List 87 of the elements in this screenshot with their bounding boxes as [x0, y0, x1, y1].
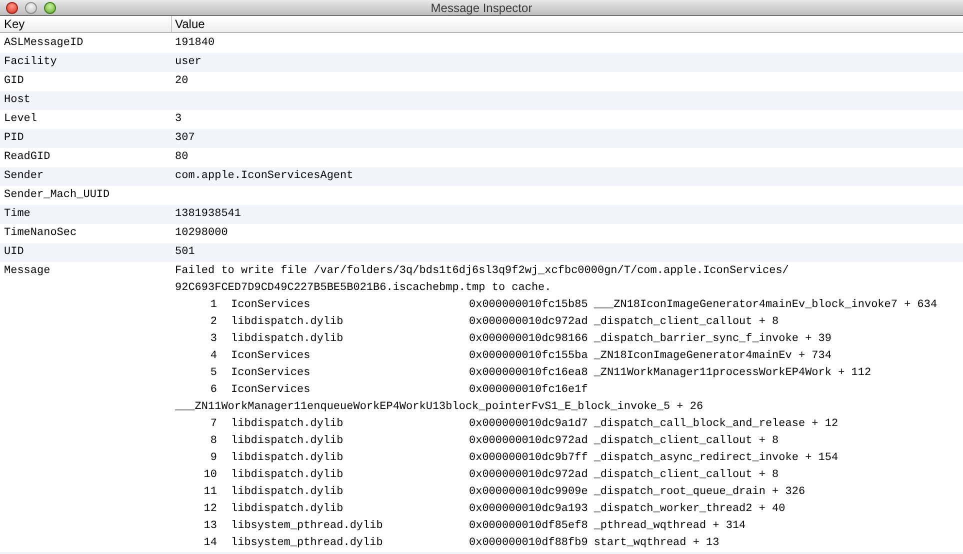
frame-library: libdispatch.dylib — [231, 417, 344, 432]
frame-address: 0x000000010dc9909e — [469, 485, 588, 500]
value-cell-text: 1381938541 — [175, 207, 242, 222]
key-cell-text: Message — [3, 264, 52, 280]
frame-library: IconServices — [231, 366, 312, 382]
key-cell-text: Level — [3, 112, 38, 128]
frame-number: 12 — [202, 502, 217, 518]
frame-library: libdispatch.dylib — [231, 332, 344, 348]
frame-library: libsystem_pthread.dylib — [231, 519, 384, 534]
frame-symbol: _pthread_wqthread + 314 — [594, 519, 746, 534]
frame-library: libdispatch.dylib — [231, 315, 344, 330]
key-cell-text: PID — [3, 131, 25, 146]
frame-address: 0x000000010fc16ea8 — [469, 366, 588, 382]
frame-address: 0x000000010dc972ad — [469, 468, 588, 484]
frame-address: 0x000000010df88fb9 — [469, 536, 588, 552]
frame-number: 1 — [209, 298, 217, 314]
value-cell-text: 10298000 — [175, 226, 228, 242]
frame-number: 11 — [202, 485, 217, 500]
frame-library: IconServices — [231, 383, 312, 398]
column-header[interactable]: Value — [172, 16, 963, 32]
frame-symbol: _dispatch_call_block_and_release + 12 — [594, 417, 838, 432]
key-cell-text: Time — [3, 207, 32, 222]
frame-library: IconServices — [231, 298, 312, 314]
frame-symbol: _dispatch_async_redirect_invoke + 154 — [594, 451, 838, 466]
frame-number: 6 — [209, 383, 217, 398]
key-cell-text: UID — [3, 245, 25, 260]
frame-symbol: _dispatch_worker_thread2 + 40 — [594, 502, 786, 518]
frame-number: 7 — [209, 417, 217, 432]
close-button[interactable] — [6, 2, 18, 14]
value-cell-text: 20 — [175, 74, 188, 90]
frame-address: 0x000000010dc9a193 — [469, 502, 588, 518]
frame-address: 0x000000010fc15b85 — [469, 298, 588, 314]
key-cell-text: Sender_Mach_UUID — [3, 188, 111, 204]
key-cell-text: Host — [3, 93, 32, 108]
frame-address: 0x000000010fc155ba — [469, 349, 588, 364]
frame-symbol: _dispatch_barrier_sync_f_invoke + 39 — [594, 332, 832, 348]
frame-number: 8 — [209, 434, 217, 450]
frame-symbol: _dispatch_client_callout + 8 — [594, 434, 779, 450]
frame-address: 0x000000010dc9a1d7 — [469, 417, 588, 432]
frame-library: libsystem_pthread.dylib — [231, 536, 384, 552]
frame-number: 3 — [209, 332, 217, 348]
value-cell-text: 191840 — [175, 36, 215, 52]
value-cell-text: user — [175, 55, 202, 70]
frame-symbol: _ZN18IconImageGenerator4mainEv + 734 — [594, 349, 832, 364]
frame-symbol: _ZN11WorkManager11processWorkEP4Work + 112 — [594, 366, 872, 382]
value-cell-text: 307 — [175, 131, 195, 146]
frame-library: libdispatch.dylib — [231, 485, 344, 500]
frame-library: IconServices — [231, 349, 312, 364]
key-cell-text: ASLMessageID — [3, 36, 84, 52]
value-cell-text: 80 — [175, 150, 188, 166]
frame-address: 0x000000010dc972ad — [469, 315, 588, 330]
message-text: ___ZN11WorkManager11enqueueWorkEP4WorkU13block_pointerFvS1_E_block_invoke_5 + 26 — [175, 400, 704, 416]
frame-library: libdispatch.dylib — [231, 434, 344, 450]
key-cell-text: ReadGID — [3, 150, 52, 166]
key-cell-text: GID — [3, 74, 25, 90]
frame-number: 13 — [202, 519, 217, 534]
frame-number: 10 — [202, 468, 217, 484]
column-header[interactable]: Key — [0, 16, 172, 32]
value-cell-text: com.apple.IconServicesAgent — [175, 169, 354, 184]
frame-address: 0x000000010dc972ad — [469, 434, 588, 450]
frame-library: libdispatch.dylib — [231, 502, 344, 518]
window-title: Message Inspector — [430, 2, 532, 14]
value-cell-text: 501 — [175, 245, 195, 260]
frame-symbol: _dispatch_client_callout + 8 — [594, 315, 779, 330]
frame-address: 0x000000010fc16e1f — [469, 383, 588, 398]
key-cell-text: Facility — [3, 55, 58, 70]
frame-symbol: _dispatch_root_queue_drain + 326 — [594, 485, 806, 500]
frame-symbol: _dispatch_client_callout + 8 — [594, 468, 779, 484]
frame-number: 14 — [202, 536, 217, 552]
frame-library: libdispatch.dylib — [231, 468, 344, 484]
message-text: 92C693FCED7D9CD49C227B5BE5B021B6.iscachebmp.tmp to cache. — [175, 281, 552, 296]
frame-address: 0x000000010dc98166 — [469, 332, 588, 348]
frame-number: 9 — [209, 451, 217, 466]
minimize-button[interactable] — [25, 2, 37, 14]
zoom-button[interactable] — [44, 2, 56, 14]
frame-symbol: ___ZN18IconImageGenerator4mainEv_block_invoke7 + 634 — [594, 298, 938, 314]
value-cell-text: 3 — [175, 112, 182, 128]
key-cell-text: TimeNanoSec — [3, 226, 78, 242]
message-text: Failed to write file /var/folders/3q/bds1t6dj6sl3q9f2wj_xcfbc0000gn/T/com.apple.IconServices/ — [175, 264, 789, 280]
key-cell-text: Sender — [3, 169, 45, 184]
frame-library: libdispatch.dylib — [231, 451, 344, 466]
frame-number: 5 — [209, 366, 217, 382]
frame-number: 4 — [209, 349, 217, 364]
frame-symbol: start_wqthread + 13 — [594, 536, 720, 552]
frame-number: 2 — [209, 315, 217, 330]
frame-address: 0x000000010df85ef8 — [469, 519, 588, 534]
frame-address: 0x000000010dc9b7ff — [469, 451, 588, 466]
